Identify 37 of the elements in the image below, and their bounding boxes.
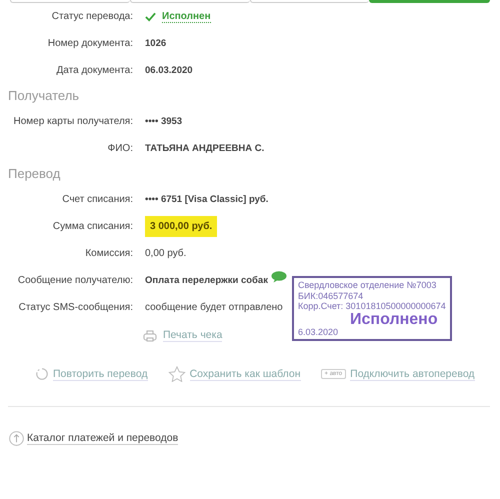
field-label: Статус перевода:	[50, 11, 134, 22]
print-receipt-link[interactable]: Печать чека	[163, 329, 222, 342]
field-label: Номер карты получателя:	[12, 116, 134, 127]
star-icon	[168, 366, 186, 382]
field-label: Счет списания:	[61, 194, 134, 205]
check-icon	[145, 12, 156, 22]
field-value: сообщение будет отправлено	[145, 302, 283, 313]
action-link[interactable]: Повторить перевод	[53, 368, 148, 380]
field-label: Статус SMS-сообщения:	[18, 302, 134, 313]
stamp-text: Свердловское отделение №7003	[298, 280, 436, 290]
message-value: Оплата перелержки собак	[145, 275, 268, 286]
field-label: Комиссия:	[84, 248, 134, 259]
amount-value: 3 000,00 руб.	[145, 216, 218, 237]
section-title: Перевод	[7, 165, 62, 183]
field-label: Сообщение получателю:	[16, 275, 134, 286]
field-value: ТАТЬЯНА АНДРЕЕВНА С.	[145, 143, 264, 154]
stamp-text: Корр.Счет: 30101810500000000674	[298, 301, 446, 312]
field-label: Дата документа:	[56, 65, 134, 76]
field-value: 1026	[145, 38, 166, 49]
section-title: Получатель	[7, 87, 80, 105]
action-link[interactable]: Подключить автоперевод	[350, 368, 475, 380]
field-value: •••• 3953	[145, 116, 182, 127]
catalog-link[interactable]: Каталог платежей и переводов	[27, 432, 178, 445]
stamp-text: БИК:046577674	[298, 290, 364, 301]
field-label: ФИО:	[106, 143, 134, 154]
stamp-date: 6.03.2020	[298, 326, 338, 336]
field-value: •••• 6751 [Visa Classic] руб.	[145, 194, 268, 205]
printer-icon	[143, 330, 157, 342]
status-value[interactable]: Исполнен	[162, 10, 211, 22]
action-link[interactable]: Сохранить как шаблон	[190, 368, 301, 380]
refresh-icon	[35, 367, 49, 381]
sms-bubble-icon	[270, 270, 287, 282]
field-value: 06.03.2020	[145, 65, 193, 76]
field-label: Номер документа:	[46, 38, 134, 49]
stamp-title: Исполнено	[350, 312, 438, 326]
field-label: Сумма списания:	[52, 221, 134, 232]
field-value: 0,00 руб.	[145, 248, 186, 259]
